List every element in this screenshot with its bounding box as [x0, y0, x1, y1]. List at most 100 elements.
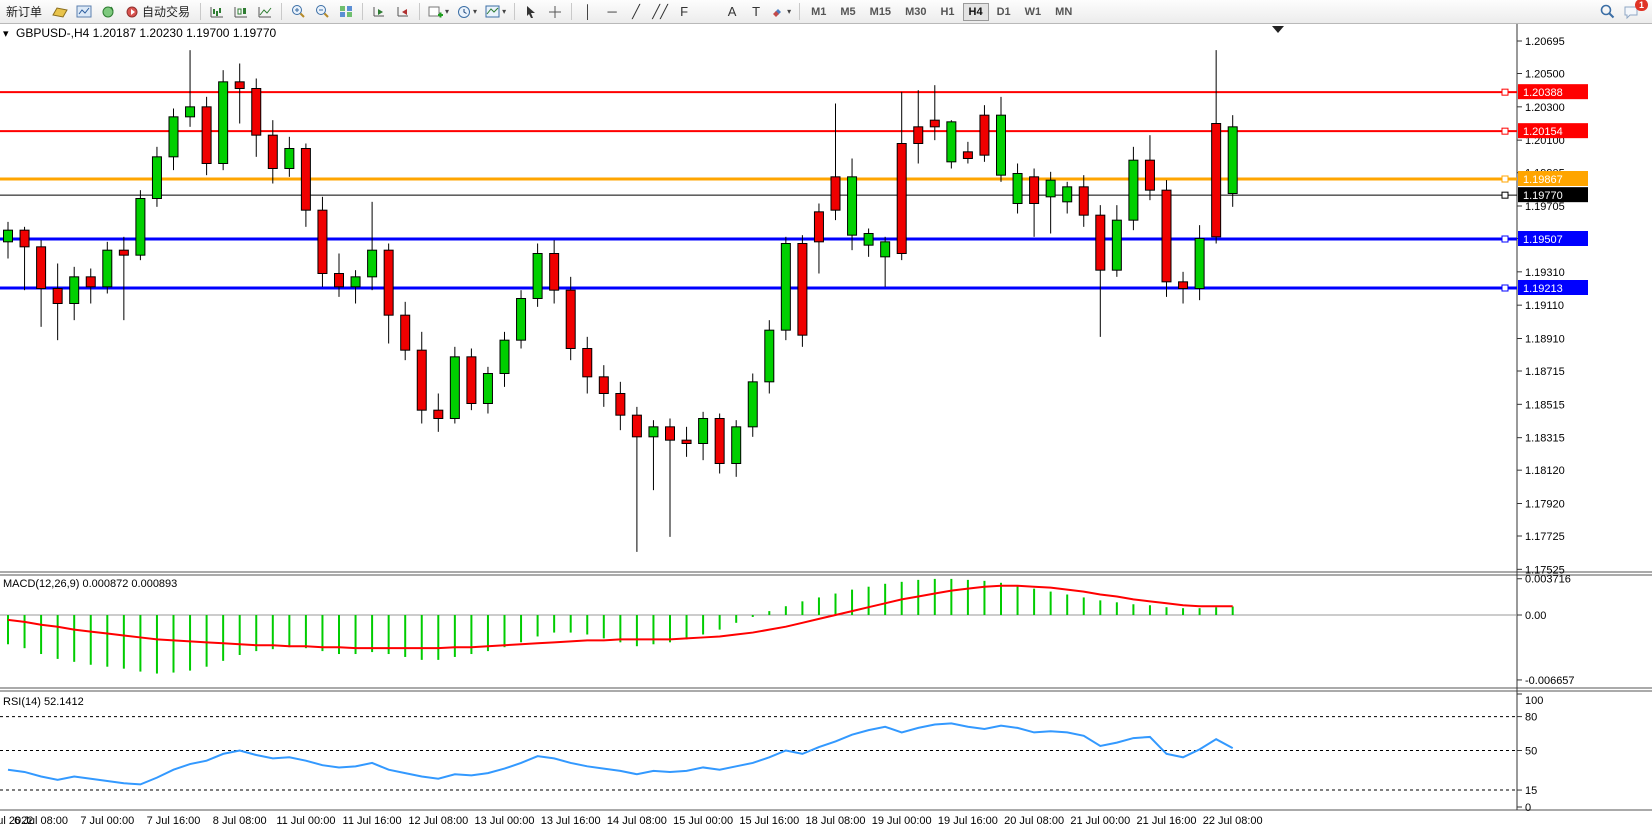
top-toolbar: 新订单 自动交易 ▾ ▾ ▾ — [0, 0, 1652, 24]
candle-down — [566, 290, 575, 348]
candle-down — [550, 254, 559, 291]
toolbar-separator — [514, 3, 515, 20]
candle-up — [533, 254, 542, 299]
time-axis-label: 21 Jul 00:00 — [1070, 815, 1130, 827]
auto-scroll-icon[interactable] — [368, 2, 390, 22]
candle-up — [1112, 220, 1121, 270]
timeframe-m1[interactable]: M1 — [805, 3, 832, 21]
candle-up — [947, 122, 956, 162]
candle-down — [798, 244, 807, 336]
time-axis-label: 6 Jul 08:00 — [14, 815, 68, 827]
candle-up — [699, 419, 708, 444]
templates-icon[interactable]: ▾ — [482, 2, 509, 22]
chart-canvas[interactable]: 1.206951.205001.203001.201001.199051.197… — [0, 0, 1652, 831]
text-tool-icon[interactable]: A — [721, 2, 743, 22]
price-axis-label: 1.18715 — [1525, 366, 1565, 378]
candle-down — [202, 107, 211, 164]
price-axis-label: 1.18515 — [1525, 399, 1565, 411]
toolbar-separator — [799, 3, 800, 20]
crosshair-icon[interactable] — [544, 2, 566, 22]
level-end-marker — [1502, 89, 1508, 95]
candle-down — [1179, 282, 1188, 289]
candle-down — [467, 357, 476, 404]
candle-up — [186, 107, 195, 117]
timeframe-h4[interactable]: H4 — [963, 3, 989, 21]
time-axis-label: 11 Jul 00:00 — [276, 815, 335, 827]
channel-tool-icon[interactable]: ╱╱ — [649, 2, 671, 22]
candle-up — [781, 244, 790, 331]
tile-windows-icon[interactable] — [335, 2, 357, 22]
dropdown-arrow-icon[interactable]: ▾ — [445, 7, 449, 16]
bar-chart-mode-icon[interactable] — [206, 2, 228, 22]
candle-down — [268, 135, 277, 168]
horizontal-line-tool-icon[interactable]: ─ — [601, 2, 623, 22]
timeframe-m5[interactable]: M5 — [834, 3, 861, 21]
candle-up — [649, 427, 658, 437]
candle-up — [1228, 127, 1237, 194]
candle-down — [1145, 160, 1154, 190]
dropdown-arrow-icon[interactable]: ▾ — [502, 7, 506, 16]
candle-down — [583, 349, 592, 377]
candlestick-mode-icon[interactable] — [230, 2, 252, 22]
candle-up — [368, 250, 377, 277]
timeframe-h1[interactable]: H1 — [934, 3, 960, 21]
zoom-out-icon[interactable] — [311, 2, 333, 22]
macd-axis-label: 0.00 — [1525, 610, 1546, 622]
timeframe-row: M1M5M15M30H1H4D1W1MN — [804, 6, 1079, 18]
time-axis-label: 11 Jul 16:00 — [343, 815, 402, 827]
chart-shift-icon[interactable] — [392, 2, 414, 22]
candle-up — [848, 177, 857, 235]
trendline-tool-icon[interactable]: ╱ — [625, 2, 647, 22]
candle-up — [1129, 160, 1138, 220]
dropdown-arrow-icon[interactable]: ▾ — [473, 7, 477, 16]
toolbar-separator — [281, 3, 282, 20]
arrows-tool-icon[interactable]: ▾ — [769, 2, 794, 22]
candle-down — [37, 247, 46, 289]
line-chart-mode-icon[interactable] — [254, 2, 276, 22]
candle-down — [1162, 190, 1171, 282]
text-tool-icon[interactable] — [697, 2, 719, 22]
auto-trading-button[interactable]: 自动交易 — [121, 2, 195, 22]
macd-axis-label: -0.006657 — [1525, 675, 1575, 687]
ticket-icon[interactable] — [49, 2, 71, 22]
candle-down — [235, 82, 244, 89]
cursor-icon[interactable] — [520, 2, 542, 22]
candle-up — [500, 340, 509, 373]
timeframe-m30[interactable]: M30 — [899, 3, 932, 21]
label-tool-icon[interactable]: T — [745, 2, 767, 22]
candle-up — [732, 427, 741, 464]
time-axis-label: 18 Jul 08:00 — [806, 815, 866, 827]
level-end-marker — [1502, 192, 1508, 198]
notification-badge: 1 — [1635, 0, 1648, 11]
symbol-dropdown-icon: ▾ — [3, 28, 9, 40]
price-level-badge-label: 1.19507 — [1523, 234, 1563, 246]
timeframe-mn[interactable]: MN — [1049, 3, 1078, 21]
time-axis-label: 14 Jul 08:00 — [607, 815, 667, 827]
vertical-line-tool-icon[interactable]: │ — [577, 2, 599, 22]
search-icon[interactable] — [1596, 2, 1618, 22]
time-axis-label: 7 Jul 00:00 — [80, 815, 134, 827]
candle-up — [1046, 180, 1055, 197]
periods-icon[interactable]: ▾ — [454, 2, 480, 22]
candle-down — [1212, 124, 1221, 237]
level-end-marker — [1502, 285, 1508, 291]
price-level-badge-label: 1.19770 — [1523, 190, 1563, 202]
time-axis-label: 21 Jul 16:00 — [1137, 815, 1197, 827]
price-level-badge-label: 1.19213 — [1523, 283, 1563, 295]
price-axis-label: 1.18315 — [1525, 433, 1565, 445]
timeframe-m15[interactable]: M15 — [864, 3, 897, 21]
new-order-button[interactable]: 新订单 — [1, 2, 47, 22]
timeframe-d1[interactable]: D1 — [991, 3, 1017, 21]
timeframe-w1[interactable]: W1 — [1019, 3, 1048, 21]
rsi-axis-label: 0 — [1525, 802, 1531, 814]
charts-window-icon[interactable] — [73, 2, 95, 22]
candle-down — [434, 410, 443, 418]
notifications-icon[interactable]: 1 — [1620, 2, 1642, 22]
candle-up — [136, 199, 145, 256]
zoom-in-icon[interactable] — [287, 2, 309, 22]
dropdown-arrow-icon[interactable]: ▾ — [787, 7, 791, 16]
level-end-marker — [1502, 128, 1508, 134]
fibonacci-tool-icon[interactable]: F — [673, 2, 695, 22]
signal-icon[interactable] — [97, 2, 119, 22]
add-indicator-icon[interactable]: ▾ — [425, 2, 452, 22]
